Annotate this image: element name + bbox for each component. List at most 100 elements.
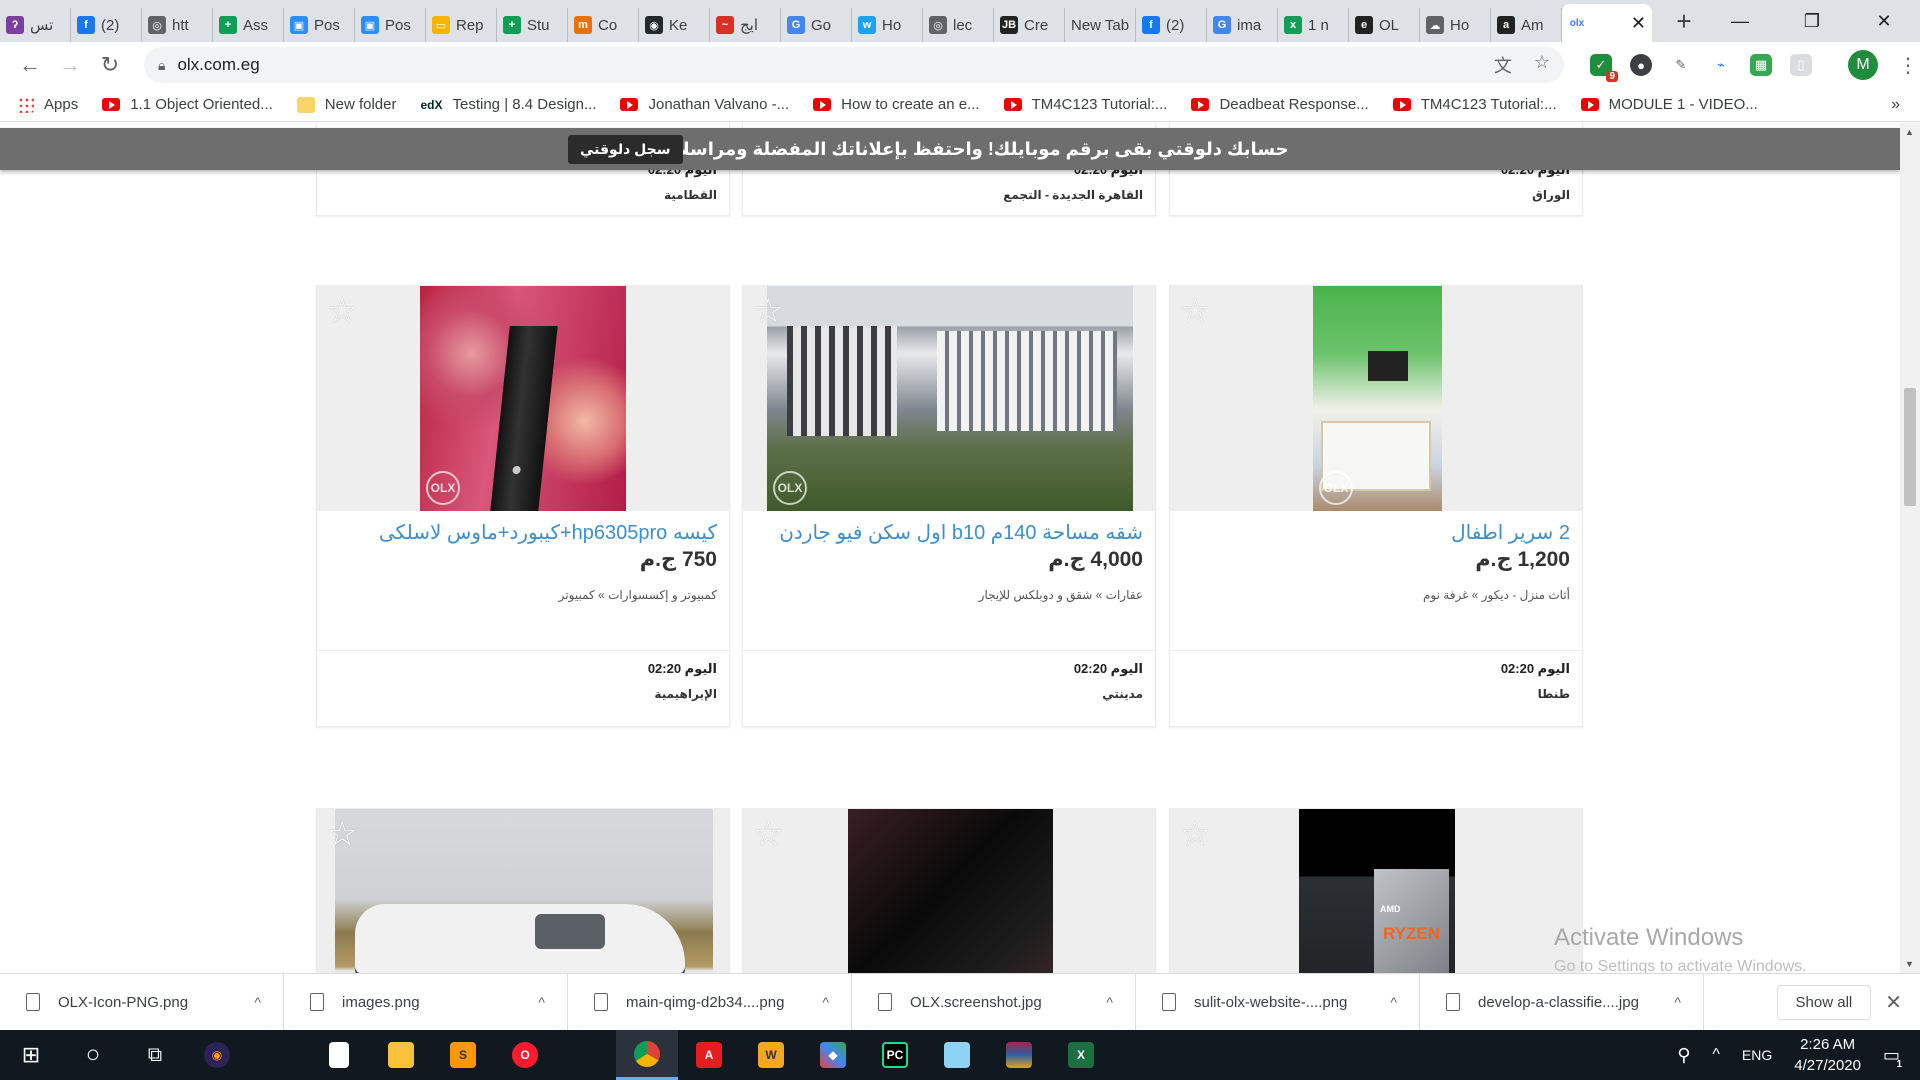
record-extension-icon[interactable]: ●	[1630, 54, 1652, 76]
bookmark-item[interactable]: Apps	[18, 96, 78, 113]
favorite-star-icon[interactable]: ☆	[327, 294, 357, 328]
browser-tab[interactable]: x 1 n	[1278, 8, 1349, 42]
browser-tab[interactable]: + Ass	[213, 8, 284, 42]
chevron-up-icon[interactable]: ^	[1390, 994, 1397, 1010]
chevron-up-icon[interactable]: ^	[1674, 994, 1681, 1010]
chevron-up-icon[interactable]: ^	[538, 994, 545, 1010]
browser-tab[interactable]: ▭ Rep	[426, 8, 497, 42]
bookmark-item[interactable]: How to create an e...	[813, 96, 980, 113]
close-downloads-bar-button[interactable]: ✕	[1885, 990, 1902, 1015]
listing-card[interactable]: ☆	[316, 808, 730, 973]
browser-tab[interactable]: JB Cre	[994, 8, 1065, 42]
taskbar-wps[interactable]: W	[740, 1030, 802, 1080]
grey-extension-icon[interactable]: ▯	[1790, 54, 1812, 76]
browser-tab[interactable]: ☁ Ho	[1420, 8, 1491, 42]
forward-button[interactable]: →	[52, 47, 88, 83]
listing-card[interactable]: OLX ☆ 2 سرير اطفال 1,200 ج.م أثاث منزل - ديك…	[1169, 285, 1583, 727]
listing-card[interactable]: ☆	[742, 808, 1156, 973]
show-all-downloads-button[interactable]: Show all	[1776, 984, 1872, 1020]
scrollbar-thumb[interactable]	[1904, 388, 1916, 506]
back-button[interactable]: ←	[12, 47, 48, 83]
chevron-up-icon[interactable]: ^	[822, 994, 829, 1010]
menu-kebab-icon[interactable]: ⋮	[1898, 53, 1918, 78]
profile-avatar[interactable]: M	[1848, 50, 1878, 80]
browser-tab[interactable]: ◎ htt	[142, 8, 213, 42]
taskbar-file-explorer[interactable]	[370, 1030, 432, 1080]
taskbar-acrobat[interactable]: A	[678, 1030, 740, 1080]
favorite-star-icon[interactable]: ☆	[1180, 294, 1210, 328]
listing-card[interactable]: AMD RYZEN ☆	[1169, 808, 1583, 973]
browser-tab[interactable]: G Go	[781, 8, 852, 42]
browser-tab[interactable]: ◎ lec	[923, 8, 994, 42]
bookmark-item[interactable]: edX Testing | 8.4 Design...	[420, 96, 596, 113]
minimize-button[interactable]: —	[1704, 0, 1776, 42]
bookmark-star-icon[interactable]: ☆	[1534, 52, 1550, 78]
browser-tab[interactable]: a Am	[1491, 8, 1562, 42]
listing-category[interactable]: عقارات » شقق و دوبلكس للإيجار	[755, 588, 1143, 602]
listing-title[interactable]: كيسه hp6305pro+كيبورد+ماوس لاسلكى	[329, 521, 717, 545]
browser-tab[interactable]: e OL	[1349, 8, 1420, 42]
taskbar-app-glass[interactable]	[926, 1030, 988, 1080]
taskbar-app-diamond[interactable]: ◆	[802, 1030, 864, 1080]
maximize-button[interactable]: ❐	[1776, 0, 1848, 42]
notification-center-icon[interactable]: ▭ 1	[1883, 1045, 1902, 1070]
listing-image-area[interactable]: ☆	[743, 809, 1155, 973]
listing-title[interactable]: 2 سرير اطفال	[1182, 521, 1570, 545]
browser-tab[interactable]: ~ ايج	[710, 8, 781, 42]
favorite-star-icon[interactable]: ☆	[753, 817, 783, 851]
taskbar-notepad[interactable]	[308, 1030, 370, 1080]
browser-tab[interactable]: f (2)	[1136, 8, 1207, 42]
new-tab-button[interactable]: +	[1664, 0, 1704, 42]
favorite-star-icon[interactable]: ☆	[327, 817, 357, 851]
listing-image-area[interactable]: AMD RYZEN ☆	[1170, 809, 1582, 973]
browser-tab[interactable]: + Stu	[497, 8, 568, 42]
listing-image-area[interactable]: OLX ☆	[1170, 286, 1582, 511]
taskbar-pycharm[interactable]: PC	[864, 1030, 926, 1080]
clip-extension-icon[interactable]: ⌁	[1710, 54, 1732, 76]
start-button[interactable]: ⊞	[0, 1030, 62, 1080]
translate-icon[interactable]: 文	[1494, 52, 1512, 78]
taskbar-opera[interactable]: O	[494, 1030, 556, 1080]
tray-overflow-icon[interactable]: ^	[1712, 1046, 1720, 1064]
chevron-up-icon[interactable]: ^	[254, 994, 261, 1010]
browser-tab[interactable]: ◉ Ke	[639, 8, 710, 42]
browser-tab[interactable]: m Co	[568, 8, 639, 42]
reload-button[interactable]: ↻	[92, 47, 128, 83]
bookmark-item[interactable]: Jonathan Valvano -...	[620, 96, 789, 113]
download-item[interactable]: OLX-Icon-PNG.png ^	[0, 973, 284, 1031]
shield-extension-icon[interactable]: ✓ 9	[1590, 54, 1618, 82]
browser-tab[interactable]: f (2)	[71, 8, 142, 42]
close-tab-icon[interactable]: ✕	[1631, 13, 1646, 34]
system-clock[interactable]: 2:26 AM 4/27/2020	[1794, 1034, 1861, 1076]
taskbar-winrar[interactable]	[988, 1030, 1050, 1080]
download-item[interactable]: develop-a-classifie....jpg ^	[1420, 973, 1704, 1031]
taskbar-excel[interactable]: X	[1050, 1030, 1112, 1080]
register-now-button[interactable]: سجل دلوقتي	[568, 135, 683, 164]
scroll-down-icon[interactable]: ▼	[1905, 959, 1914, 969]
bookmark-item[interactable]: TM4C123 Tutorial:...	[1003, 96, 1167, 113]
task-view-button[interactable]: ⧉	[124, 1030, 186, 1080]
browser-tab[interactable]: ▣ Pos	[284, 8, 355, 42]
download-item[interactable]: OLX.screenshot.jpg ^	[852, 973, 1136, 1031]
browser-tab[interactable]: Gima	[1207, 8, 1278, 42]
listing-category[interactable]: أثاث منزل - ديكور » غرفة نوم	[1182, 588, 1570, 602]
search-button[interactable]: ○	[62, 1030, 124, 1080]
download-item[interactable]: sulit-olx-website-....png ^	[1136, 973, 1420, 1031]
favorite-star-icon[interactable]: ☆	[753, 294, 783, 328]
listing-image-area[interactable]: ☆	[317, 809, 729, 973]
bookmark-item[interactable]: Deadbeat Response...	[1191, 96, 1369, 113]
taskbar-eclipse[interactable]: ◉	[186, 1030, 248, 1080]
bookmark-item[interactable]: New folder	[296, 96, 396, 113]
bookmarks-overflow-button[interactable]: »	[1891, 96, 1900, 114]
scroll-up-icon[interactable]: ▲	[1905, 127, 1914, 137]
listing-image-area[interactable]: OLX ☆	[317, 286, 729, 511]
bookmark-item[interactable]: TM4C123 Tutorial:...	[1392, 96, 1557, 113]
address-bar[interactable]: 🔒︎ olx.com.eg 文 ☆	[144, 47, 1564, 83]
listing-title[interactable]: شقه مساحة 140م b10 اول سكن فيو جاردن	[755, 521, 1143, 545]
people-icon[interactable]: ⚲	[1677, 1045, 1690, 1066]
listing-card[interactable]: OLX ☆ شقه مساحة 140م b10 اول سكن فيو جاردن…	[742, 285, 1156, 727]
page-scrollbar[interactable]: ▲ ▼	[1900, 123, 1920, 973]
language-indicator[interactable]: ENG	[1742, 1047, 1772, 1063]
bookmark-item[interactable]: MODULE 1 - VIDEO...	[1580, 96, 1758, 113]
favorite-star-icon[interactable]: ☆	[1180, 817, 1210, 851]
